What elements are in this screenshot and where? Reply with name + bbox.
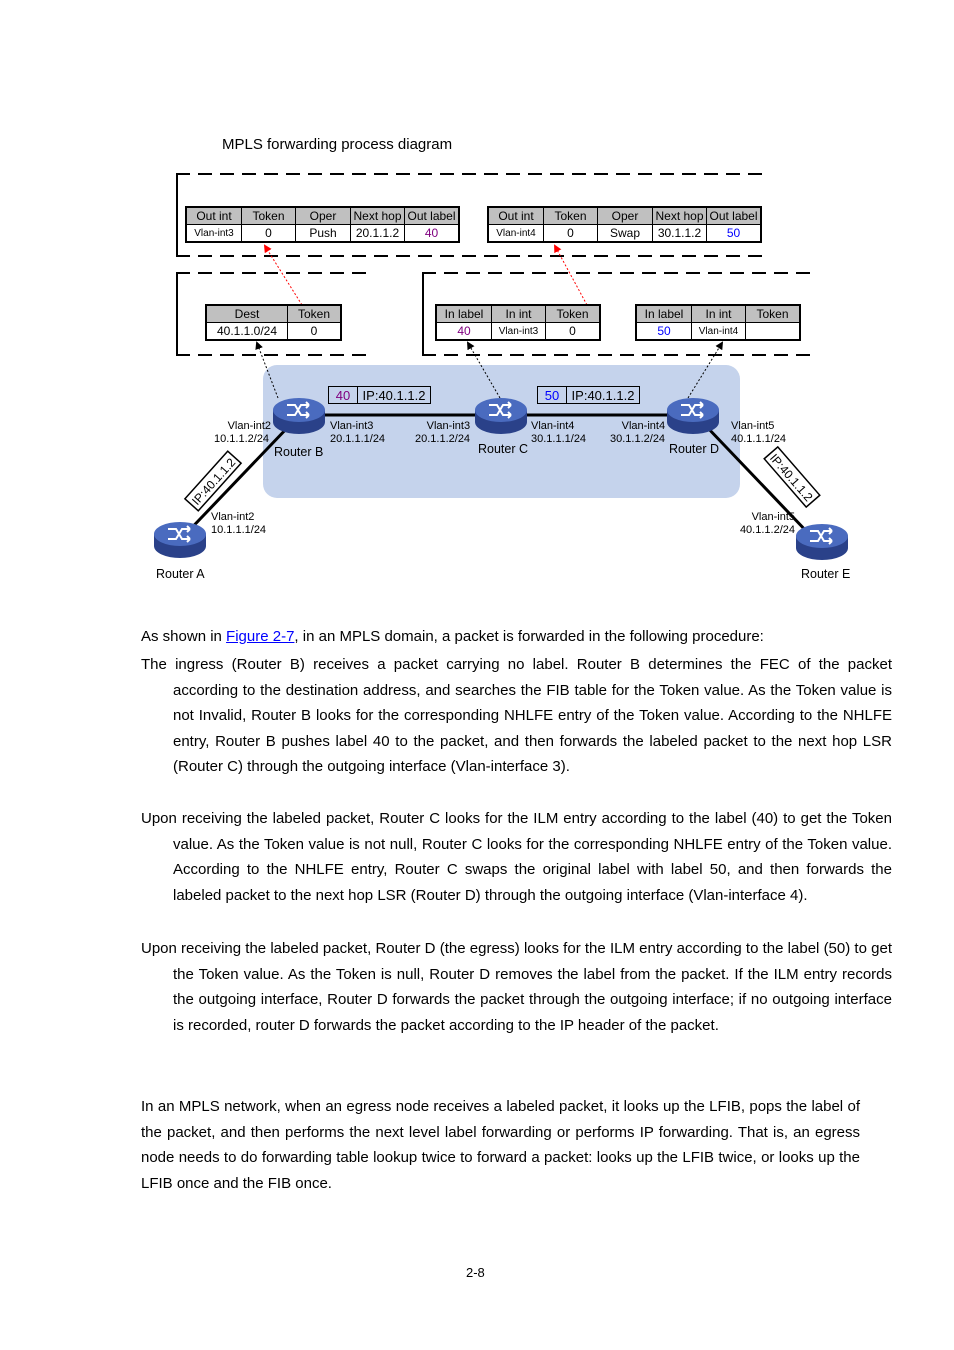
table-cell: Token xyxy=(241,206,296,225)
packet-b-c: 40 IP:40.1.1.2 xyxy=(328,386,431,404)
fib-table-router-b: Dest Token 40.1.1.0/24 0 xyxy=(205,304,342,341)
table-cell: Token xyxy=(543,206,598,225)
network-diagram: IP:40.1.1.2 IP:40.1.1.2 xyxy=(153,244,849,561)
table-cell: 0 xyxy=(545,322,601,341)
router-e-icon xyxy=(795,523,849,561)
table-cell: 0 xyxy=(543,224,598,243)
table-cell: Out int xyxy=(487,206,544,225)
table-cell: IP:40.1.1.2 xyxy=(566,386,640,404)
step-3-paragraph: Upon receiving the labeled packet, Route… xyxy=(141,940,892,1034)
arrow-ilm-to-nhlfe xyxy=(554,244,588,306)
figure-link[interactable]: Figure 2-7 xyxy=(226,628,294,645)
ilm-table-router-c: In label In int Token 40 Vlan-int3 0 xyxy=(435,304,601,341)
router-b-icon xyxy=(272,397,326,435)
router-c-right-if: Vlan-int4 30.1.1.1/24 xyxy=(531,420,587,445)
table-cell: Vlan-int3 xyxy=(491,322,546,341)
svg-text:IP:40.1.1.2: IP:40.1.1.2 xyxy=(189,455,238,508)
step-1-paragraph: The ingress (Router B) receives a packet… xyxy=(141,656,892,775)
table-cell: 40 xyxy=(404,224,460,243)
router-b-left-if: Vlan-int2 xyxy=(227,420,271,432)
arrow-fib-to-nhlfe xyxy=(263,244,303,306)
packet-c-d: 50 IP:40.1.1.2 xyxy=(537,386,640,404)
table-cell: In label xyxy=(635,304,692,323)
nhlfe-table-router-b: Out int Token Oper Next hop Out label Vlan-i… xyxy=(185,206,460,243)
packet-a-b: IP:40.1.1.2 xyxy=(183,450,243,512)
router-d-name: Router D xyxy=(669,442,720,456)
router-d-icon xyxy=(666,397,720,435)
nhlfe-table-router-c: Out int Token Oper Next hop Out label Vlan-i… xyxy=(487,206,762,243)
table-cell: In label xyxy=(435,304,492,323)
table-cell: Push xyxy=(295,224,351,243)
router-c-left-if: Vlan-int3 20.1.1.2/24 xyxy=(415,420,471,445)
table-cell: Next hop xyxy=(652,206,707,225)
table-cell: Token xyxy=(545,304,601,323)
table-cell: Out label xyxy=(404,206,460,225)
router-a-if: Vlan-int2 10.1.1.1/24 xyxy=(211,511,267,536)
table-cell: Out int xyxy=(185,206,242,225)
table-cell: 40.1.1.0/24 xyxy=(205,322,288,341)
table-cell: Token xyxy=(287,304,342,323)
ilm-table-router-d: In label In int Token 50 Vlan-int4 xyxy=(635,304,801,341)
router-a-icon xyxy=(153,521,207,559)
table-cell: Oper xyxy=(295,206,351,225)
router-d-right-if: Vlan-int5 40.1.1.1/24 xyxy=(731,420,787,445)
router-c-icon xyxy=(474,397,528,435)
router-b-right-if: Vlan-int3 20.1.1.1/24 xyxy=(330,420,386,445)
table-cell: Token xyxy=(745,304,801,323)
table-cell: 50 xyxy=(706,224,762,243)
packet-d-e: IP:40.1.1.2 xyxy=(763,445,821,509)
router-d-left-if: Vlan-int4 30.1.1.2/24 xyxy=(610,420,666,445)
table-cell: In int xyxy=(491,304,546,323)
router-c-name: Router C xyxy=(478,442,529,456)
router-b-name: Router B xyxy=(274,445,324,459)
table-cell: Vlan-int4 xyxy=(691,322,746,341)
table-cell: IP:40.1.1.2 xyxy=(357,386,431,404)
page-number: 2-8 xyxy=(466,1265,485,1280)
intro-paragraph: As shown in Figure 2-7, in an MPLS domai… xyxy=(141,628,764,645)
table-cell xyxy=(745,322,801,341)
step-2-paragraph: Upon receiving the labeled packet, Route… xyxy=(141,810,892,904)
table-cell: Vlan-int4 xyxy=(487,224,544,243)
table-cell: 20.1.1.2 xyxy=(350,224,405,243)
table-cell: In int xyxy=(691,304,746,323)
table-cell: 0 xyxy=(241,224,296,243)
table-cell: Vlan-int3 xyxy=(185,224,242,243)
table-cell: Dest xyxy=(205,304,288,323)
router-a-name: Router A xyxy=(156,567,205,581)
router-e-name: Router E xyxy=(801,567,851,581)
table-cell: 50 xyxy=(537,386,567,404)
router-b-left-ip: 10.1.1.2/24 xyxy=(214,433,270,445)
table-cell: Out label xyxy=(706,206,762,225)
table-cell: 50 xyxy=(635,322,692,341)
table-cell: 0 xyxy=(287,322,342,341)
router-e-if: Vlan-int5 40.1.1.2/24 xyxy=(739,511,795,536)
table-cell: 40 xyxy=(435,322,492,341)
table-cell: 40 xyxy=(328,386,358,404)
egress-paragraph: In an MPLS network, when an egress node … xyxy=(141,1098,860,1192)
table-cell: Oper xyxy=(597,206,653,225)
table-cell: Next hop xyxy=(350,206,405,225)
table-cell: Swap xyxy=(597,224,653,243)
table-cell: 30.1.1.2 xyxy=(652,224,707,243)
